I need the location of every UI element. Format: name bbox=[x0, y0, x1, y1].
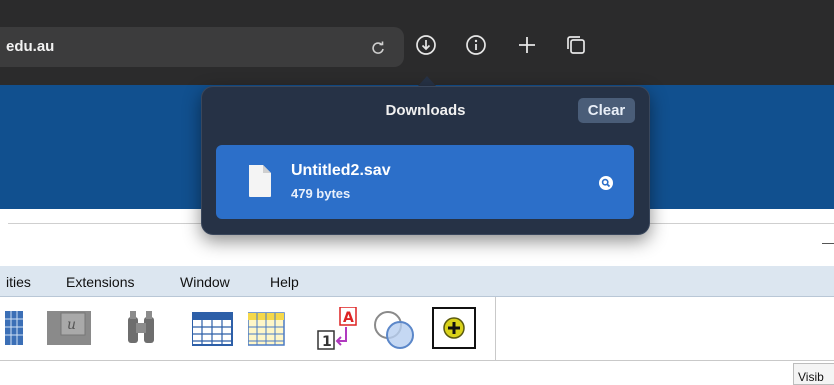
svg-text:A: A bbox=[343, 310, 354, 326]
download-file-size: 479 bytes bbox=[291, 186, 351, 201]
browser-toolbar: edu.au bbox=[0, 0, 834, 85]
value-labels-a1-icon[interactable]: A 1 bbox=[316, 306, 360, 356]
binoculars-find-icon[interactable] bbox=[125, 307, 159, 352]
reload-icon[interactable] bbox=[370, 40, 386, 61]
address-bar[interactable]: edu.au bbox=[0, 27, 404, 67]
magnifier-reveal-icon[interactable] bbox=[599, 176, 613, 195]
add-extension-icon[interactable] bbox=[432, 307, 476, 356]
downloads-popover: Downloads Clear Untitled2.sav 479 bytes bbox=[201, 86, 650, 235]
download-item[interactable]: Untitled2.sav 479 bytes bbox=[216, 145, 634, 219]
menu-help[interactable]: Help bbox=[270, 274, 299, 290]
variable-u-icon[interactable]: u bbox=[47, 307, 95, 352]
tab-overview-icon[interactable] bbox=[565, 34, 587, 61]
url-text: edu.au bbox=[6, 38, 55, 55]
divider-short bbox=[822, 243, 834, 244]
menu-utilities[interactable]: ities bbox=[6, 274, 31, 290]
toolbar-bottom-border bbox=[0, 360, 834, 361]
svg-text:1: 1 bbox=[322, 334, 332, 350]
visible-variables-label: Visib bbox=[793, 363, 834, 385]
toolbar-divider bbox=[495, 297, 496, 360]
downloads-icon[interactable] bbox=[415, 34, 437, 61]
app-icon-toolbar: u A 1 bbox=[0, 297, 834, 361]
download-file-name: Untitled2.sav bbox=[291, 162, 391, 179]
svg-text:u: u bbox=[67, 317, 76, 333]
use-sets-circles-icon[interactable] bbox=[372, 307, 418, 356]
data-view-icon[interactable] bbox=[5, 307, 27, 352]
popover-arrow bbox=[418, 76, 436, 86]
app-menubar: ities Extensions Window Help bbox=[0, 266, 834, 297]
clear-downloads-button[interactable]: Clear bbox=[578, 98, 635, 123]
new-tab-icon[interactable] bbox=[516, 34, 538, 61]
grid-table-icon[interactable] bbox=[191, 307, 236, 352]
menu-window[interactable]: Window bbox=[180, 274, 230, 290]
info-icon[interactable] bbox=[465, 34, 487, 61]
menu-extensions[interactable]: Extensions bbox=[66, 274, 134, 290]
document-icon bbox=[247, 164, 273, 203]
yellow-table-icon[interactable] bbox=[247, 307, 288, 352]
